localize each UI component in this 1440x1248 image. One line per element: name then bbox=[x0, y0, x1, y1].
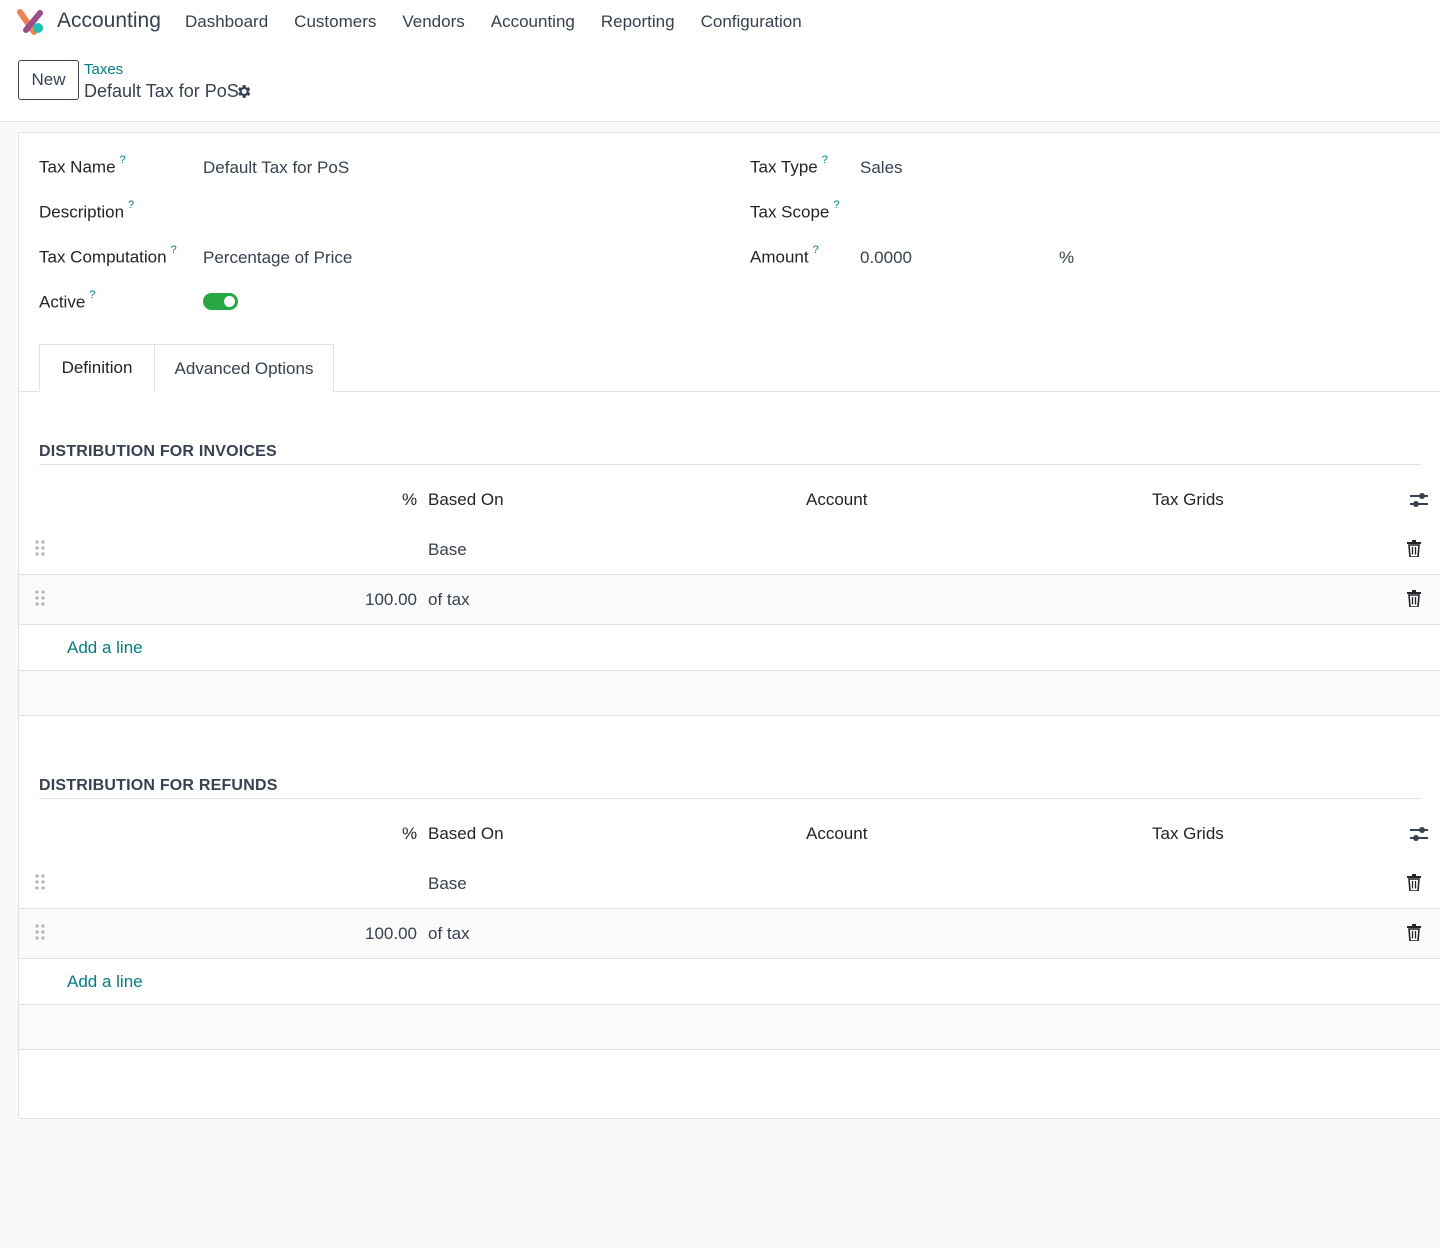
column-header-account[interactable]: Account bbox=[806, 490, 867, 510]
notebook-tabs: Definition Advanced Options bbox=[19, 344, 1440, 392]
drag-handle-icon[interactable] bbox=[35, 590, 45, 606]
tab-advanced-options[interactable]: Advanced Options bbox=[154, 344, 334, 392]
based-on-cell[interactable]: of tax bbox=[428, 924, 470, 944]
based-on-cell[interactable]: Base bbox=[428, 540, 467, 560]
drag-handle-icon[interactable] bbox=[35, 540, 45, 556]
table-footer bbox=[19, 670, 1440, 716]
optional-columns-icon[interactable] bbox=[1409, 491, 1429, 509]
help-icon[interactable]: ? bbox=[128, 199, 134, 211]
tax-computation-select[interactable]: Percentage of Price bbox=[203, 248, 352, 268]
help-icon[interactable]: ? bbox=[833, 199, 839, 211]
description-field[interactable] bbox=[203, 203, 503, 225]
form-sheet: Tax Name? Default Tax for PoS Descriptio… bbox=[18, 132, 1440, 1119]
help-icon[interactable]: ? bbox=[171, 244, 177, 256]
help-icon[interactable]: ? bbox=[89, 289, 95, 301]
menu-item-customers[interactable]: Customers bbox=[294, 12, 376, 32]
percent-cell[interactable]: 100.00 bbox=[365, 924, 417, 944]
menu-item-reporting[interactable]: Reporting bbox=[601, 12, 675, 32]
description-label: Description? bbox=[39, 199, 135, 222]
menu-item-accounting[interactable]: Accounting bbox=[491, 12, 575, 32]
column-header-based-on[interactable]: Based On bbox=[428, 490, 504, 510]
help-icon[interactable]: ? bbox=[120, 154, 126, 166]
add-line-button[interactable]: Add a line bbox=[67, 972, 143, 992]
column-header-percent[interactable]: % bbox=[402, 824, 417, 844]
amount-unit: % bbox=[1059, 248, 1075, 267]
main-menu: Dashboard Customers Vendors Accounting R… bbox=[185, 12, 828, 32]
record-title: Default Tax for PoS bbox=[84, 81, 239, 101]
tax-type-label: Tax Type? bbox=[750, 154, 828, 177]
optional-columns-icon[interactable] bbox=[1409, 825, 1429, 843]
tax-type-select[interactable]: Sales bbox=[860, 158, 903, 178]
control-panel: New Taxes Default Tax for PoS bbox=[0, 46, 1440, 122]
tax-computation-label: Tax Computation? bbox=[39, 244, 177, 267]
section-divider bbox=[39, 798, 1421, 799]
top-navbar: Accounting Dashboard Customers Vendors A… bbox=[0, 0, 1440, 46]
table-row[interactable]: 100.00 of tax bbox=[19, 909, 1440, 959]
drag-handle-icon[interactable] bbox=[35, 924, 45, 940]
active-toggle[interactable] bbox=[203, 293, 238, 310]
invoices-section-title: DISTRIBUTION FOR INVOICES bbox=[39, 443, 277, 460]
help-icon[interactable]: ? bbox=[822, 154, 828, 166]
menu-item-vendors[interactable]: Vendors bbox=[402, 12, 464, 32]
amount-field[interactable]: 0.0000 bbox=[860, 248, 912, 268]
based-on-cell[interactable]: Base bbox=[428, 874, 467, 894]
amount-label: Amount? bbox=[750, 244, 819, 267]
trash-icon[interactable] bbox=[1407, 874, 1421, 891]
active-label: Active? bbox=[39, 289, 96, 312]
trash-icon[interactable] bbox=[1407, 540, 1421, 557]
table-row[interactable]: 100.00 of tax bbox=[19, 575, 1440, 625]
add-line-button[interactable]: Add a line bbox=[67, 638, 143, 658]
table-footer bbox=[19, 1004, 1440, 1050]
column-header-percent[interactable]: % bbox=[402, 490, 417, 510]
column-header-tax-grids[interactable]: Tax Grids bbox=[1152, 824, 1224, 844]
drag-handle-icon[interactable] bbox=[35, 874, 45, 890]
percent-cell[interactable]: 100.00 bbox=[365, 590, 417, 610]
help-icon[interactable]: ? bbox=[813, 244, 819, 256]
new-button[interactable]: New bbox=[18, 60, 79, 100]
tax-scope-select[interactable] bbox=[860, 203, 1160, 225]
menu-item-dashboard[interactable]: Dashboard bbox=[185, 12, 268, 32]
section-divider bbox=[39, 464, 1421, 465]
table-row[interactable]: Base bbox=[19, 525, 1440, 575]
column-header-tax-grids[interactable]: Tax Grids bbox=[1152, 490, 1224, 510]
breadcrumb-taxes[interactable]: Taxes bbox=[84, 61, 123, 78]
trash-icon[interactable] bbox=[1407, 590, 1421, 607]
accounting-app-icon[interactable] bbox=[17, 8, 45, 36]
tax-name-label: Tax Name? bbox=[39, 154, 126, 177]
tab-definition[interactable]: Definition bbox=[39, 344, 155, 392]
refunds-section-title: DISTRIBUTION FOR REFUNDS bbox=[39, 777, 278, 794]
app-name[interactable]: Accounting bbox=[57, 9, 161, 33]
tax-name-field[interactable]: Default Tax for PoS bbox=[203, 158, 349, 178]
gear-icon[interactable] bbox=[235, 83, 252, 100]
column-header-account[interactable]: Account bbox=[806, 824, 867, 844]
based-on-cell[interactable]: of tax bbox=[428, 590, 470, 610]
column-header-based-on[interactable]: Based On bbox=[428, 824, 504, 844]
table-row[interactable]: Base bbox=[19, 859, 1440, 909]
trash-icon[interactable] bbox=[1407, 924, 1421, 941]
menu-item-configuration[interactable]: Configuration bbox=[701, 12, 802, 32]
tax-scope-label: Tax Scope? bbox=[750, 199, 840, 222]
